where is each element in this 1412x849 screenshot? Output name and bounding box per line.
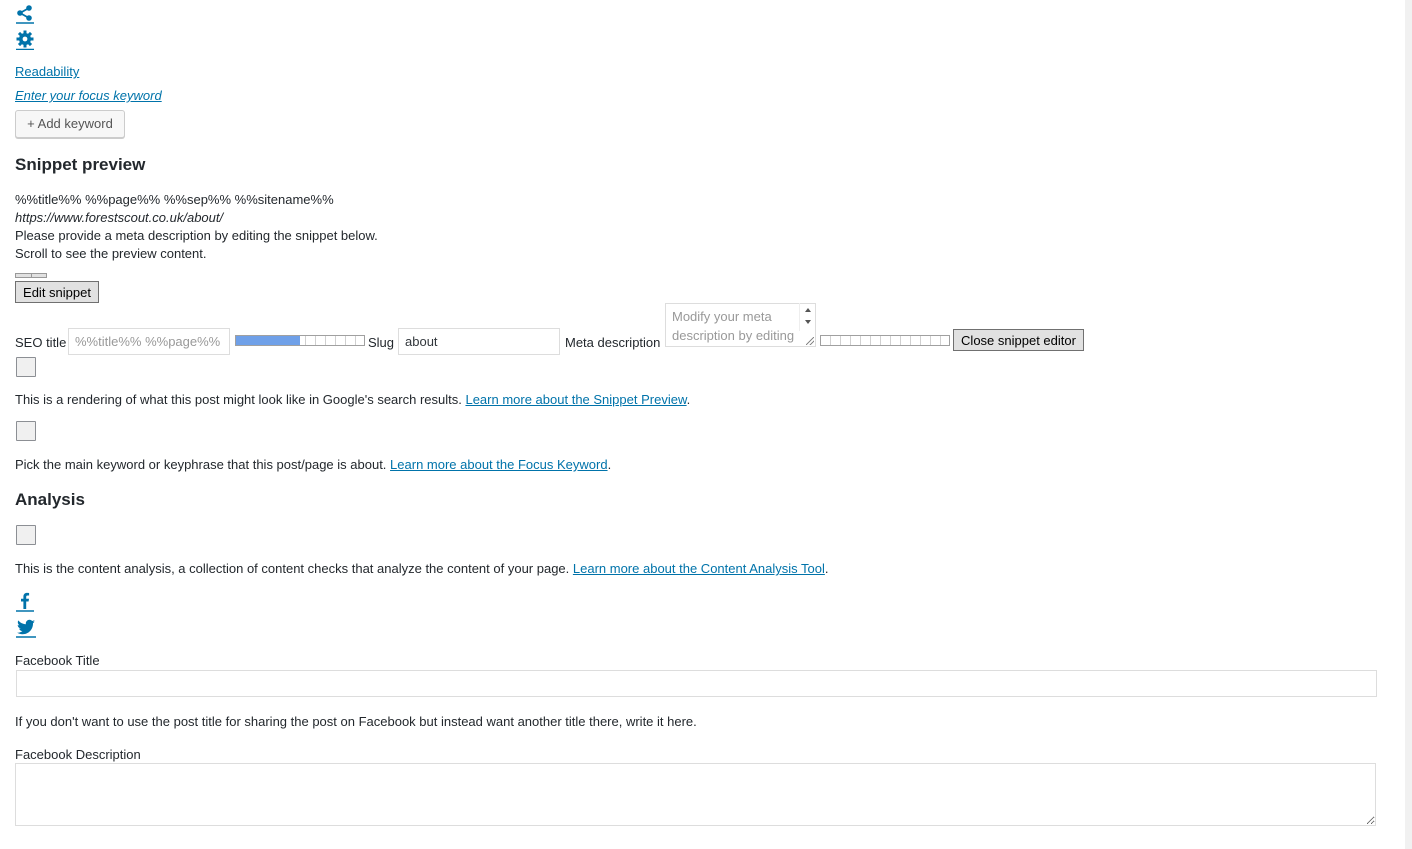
- snippet-title[interactable]: %%title%% %%page%% %%sep%% %%sitename%%: [15, 191, 334, 209]
- facebook-title-input[interactable]: [16, 670, 1377, 697]
- twitter-icon[interactable]: [16, 618, 36, 638]
- resize-handle-icon[interactable]: [806, 337, 814, 345]
- focus-keyword-help-period: .: [607, 457, 612, 472]
- scroll-down-icon[interactable]: [805, 320, 811, 324]
- facebook-title-label: Facebook Title: [15, 653, 100, 668]
- add-keyword-button[interactable]: + Add keyword: [15, 110, 125, 138]
- snippet-help-text: This is a rendering of what this post mi…: [15, 391, 690, 409]
- facebook-description-textarea[interactable]: [15, 763, 1376, 826]
- analysis-help-toggle[interactable]: [16, 525, 36, 545]
- snippet-url[interactable]: https://www.forestscout.co.uk/about/: [15, 209, 223, 227]
- focus-keyword-help-toggle[interactable]: [16, 421, 36, 441]
- snippet-scroll-note: Scroll to see the preview content.: [15, 246, 207, 261]
- textarea-scrollbar[interactable]: [799, 303, 816, 331]
- slug-label: Slug: [368, 335, 395, 350]
- snippet-preview-learn-more-link[interactable]: Learn more about the Snippet Preview: [465, 392, 686, 407]
- seo-title-label: SEO title: [15, 335, 67, 350]
- snippet-help-description: This is a rendering of what this post mi…: [15, 392, 466, 407]
- slug-input[interactable]: [398, 328, 560, 355]
- scroll-up-icon[interactable]: [805, 308, 811, 312]
- close-snippet-editor-button[interactable]: Close snippet editor: [953, 329, 1084, 351]
- readability-tab-link[interactable]: Readability: [15, 63, 79, 81]
- snippet-help-period: .: [686, 392, 691, 407]
- analysis-heading: Analysis: [15, 490, 85, 509]
- facebook-icon[interactable]: [16, 591, 34, 612]
- snippet-description[interactable]: Please provide a meta description by edi…: [15, 227, 378, 245]
- focus-keyword-help-text: Pick the main keyword or keyphrase that …: [15, 456, 611, 474]
- facebook-description-label: Facebook Description: [15, 747, 141, 762]
- focus-keyword-link[interactable]: Enter your focus keyword: [15, 87, 162, 105]
- focus-keyword-help-description: Pick the main keyword or keyphrase that …: [15, 457, 391, 472]
- focus-keyword-learn-more-link[interactable]: Learn more about the Focus Keyword: [390, 457, 608, 472]
- meta-description-textarea[interactable]: [665, 303, 816, 347]
- scrollbar-track[interactable]: [1405, 0, 1412, 849]
- meta-description-wrapper: [665, 303, 816, 347]
- edit-snippet-button[interactable]: Edit snippet: [15, 281, 99, 303]
- seo-title-progress-fill: [236, 336, 300, 345]
- share-icon[interactable]: [16, 4, 34, 24]
- snippet-help-toggle[interactable]: [16, 357, 36, 377]
- meta-description-progress-bar: [820, 335, 950, 346]
- content-analysis-learn-more-link[interactable]: Learn more about the Content Analysis To…: [573, 561, 825, 576]
- seo-title-progress-bar: [235, 335, 365, 346]
- meta-description-label: Meta description: [565, 335, 661, 350]
- mode-switcher[interactable]: [15, 273, 47, 278]
- analysis-help-description: This is the content analysis, a collecti…: [15, 561, 573, 576]
- facebook-title-help: If you don't want to use the post title …: [15, 714, 697, 729]
- analysis-help-period: .: [824, 561, 829, 576]
- snippet-preview-heading: Snippet preview: [15, 155, 146, 174]
- seo-title-input[interactable]: [68, 328, 230, 355]
- analysis-help-text: This is the content analysis, a collecti…: [15, 560, 829, 578]
- gear-icon[interactable]: [16, 30, 34, 50]
